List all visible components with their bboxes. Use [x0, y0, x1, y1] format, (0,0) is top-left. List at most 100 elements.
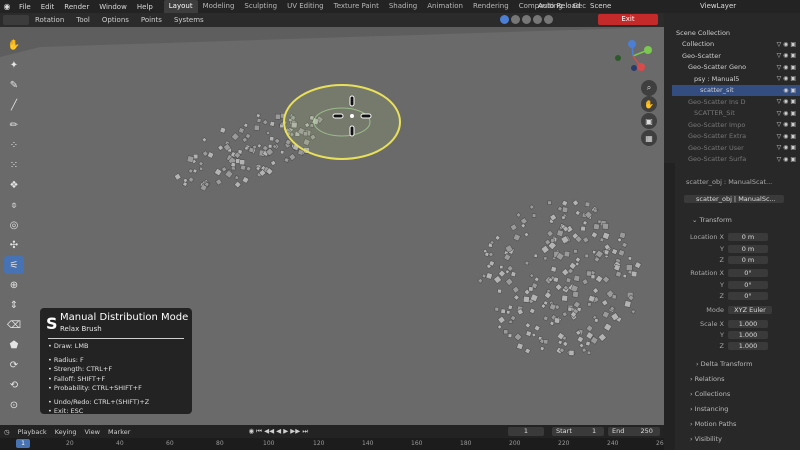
- view-layer-selector[interactable]: ViewLayer: [700, 0, 736, 13]
- object-name-field[interactable]: scatter_obj | ManualSc...: [684, 195, 784, 203]
- scale-x-field[interactable]: 1.000: [728, 320, 768, 328]
- outliner-row[interactable]: scatter_sit ◉ ▣: [672, 84, 800, 96]
- zoom-icon[interactable]: ⌕: [641, 80, 657, 96]
- auto-reload-button[interactable]: Auto Reload: [538, 0, 580, 13]
- scale-y-field[interactable]: 1.000: [728, 331, 768, 339]
- visibility-section[interactable]: › Visibility: [690, 435, 722, 443]
- camera-icon[interactable]: ▣: [641, 113, 657, 129]
- systems-menu[interactable]: Systems: [168, 16, 210, 24]
- spin-brush-icon[interactable]: ⟳: [4, 356, 24, 374]
- scatter-instance: [186, 155, 195, 164]
- scatter-brush-icon[interactable]: ❖: [4, 176, 24, 194]
- scale-z-field[interactable]: 1.000: [728, 342, 768, 350]
- tab-texture-paint[interactable]: Texture Paint: [329, 0, 384, 13]
- location-z-label: Z: [719, 256, 724, 264]
- menu-help[interactable]: Help: [132, 3, 158, 11]
- rotation-dropdown[interactable]: Rotation: [29, 16, 70, 24]
- view-menu[interactable]: View: [81, 428, 104, 436]
- pan-hand-icon[interactable]: ✋: [641, 96, 657, 112]
- tab-modeling[interactable]: Modeling: [198, 0, 240, 13]
- current-frame-field[interactable]: 1: [508, 427, 544, 436]
- outliner-row[interactable]: Geo-Scatter Geno ▽ ◉ ▣: [672, 62, 800, 74]
- menu-window[interactable]: Window: [94, 3, 132, 11]
- location-y-field[interactable]: 0 m: [728, 245, 768, 253]
- relations-section[interactable]: › Relations: [690, 375, 725, 383]
- scale-brush-icon[interactable]: ⇕: [4, 296, 24, 314]
- scene-selector[interactable]: Scene: [590, 0, 611, 13]
- rotation-y-field[interactable]: 0°: [728, 281, 768, 289]
- location-z-field[interactable]: 0 m: [728, 256, 768, 264]
- transform-section[interactable]: ⌄ Transform: [692, 216, 732, 224]
- playback-controls-icon[interactable]: ◉ ⏮ ◀◀ ◀ ▶ ▶▶ ⏭: [244, 427, 312, 436]
- tab-sculpting[interactable]: Sculpting: [239, 0, 282, 13]
- wireframe-icon[interactable]: [511, 15, 520, 24]
- line-brush-icon[interactable]: ╱: [4, 96, 24, 114]
- start-frame-field[interactable]: Start 1: [552, 427, 604, 436]
- delta-transform-section[interactable]: › Delta Transform: [696, 360, 752, 368]
- keying-menu[interactable]: Keying: [51, 428, 81, 436]
- outliner-row[interactable]: psy : Manual5 ▽ ◉ ▣: [672, 73, 800, 85]
- rotation-z-field[interactable]: 0°: [728, 292, 768, 300]
- outliner-row[interactable]: Geo-Scatter Impo ▽ ◉ ▣: [672, 119, 800, 131]
- spray-alt-brush-icon[interactable]: ⁙: [4, 156, 24, 174]
- dropper-brush-icon[interactable]: ⌽: [4, 196, 24, 214]
- motion-paths-section[interactable]: › Motion Paths: [690, 420, 736, 428]
- tab-animation[interactable]: Animation: [422, 0, 468, 13]
- push-brush-icon[interactable]: ✣: [4, 236, 24, 254]
- spray-brush-icon[interactable]: ⁘: [4, 136, 24, 154]
- end-frame-field[interactable]: End 250: [608, 427, 660, 436]
- pencil-brush-icon[interactable]: ✏: [4, 116, 24, 134]
- outliner-row[interactable]: Collection ▽ ◉ ▣: [672, 39, 800, 51]
- tab-layout[interactable]: Layout: [163, 0, 198, 13]
- menu-file[interactable]: File: [14, 3, 36, 11]
- outliner-row[interactable]: Scene Collection: [672, 27, 800, 39]
- attract-brush-icon[interactable]: ◎: [4, 216, 24, 234]
- options-menu[interactable]: Options: [96, 16, 135, 24]
- relax-brush-icon[interactable]: ⚟: [4, 256, 24, 274]
- eraser-brush-icon[interactable]: ⌫: [4, 316, 24, 334]
- scatter-instance: [585, 340, 591, 347]
- outliner-row[interactable]: Geo-Scatter Ins D ▽ ◉ ▣: [672, 96, 800, 108]
- outliner-row[interactable]: Geo-Scatter Surfa ▽ ◉ ▣: [672, 154, 800, 166]
- solid-icon[interactable]: [522, 15, 531, 24]
- playback-menu[interactable]: Playback: [14, 428, 51, 436]
- outliner-row[interactable]: Geo-Scatter User ▽ ◉ ▣: [672, 142, 800, 154]
- tab-uv-editing[interactable]: UV Editing: [282, 0, 329, 13]
- blender-logo-icon[interactable]: ◉: [0, 0, 14, 13]
- rotation-x-field[interactable]: 0°: [728, 269, 768, 277]
- draw-brush-icon[interactable]: ✎: [4, 76, 24, 94]
- editor-type-icon[interactable]: ◷: [0, 428, 14, 436]
- rotation-mode-dropdown[interactable]: XYZ Euler: [728, 306, 772, 314]
- menu-render[interactable]: Render: [59, 3, 94, 11]
- grid-icon[interactable]: ▦: [641, 130, 657, 146]
- tab-shading[interactable]: Shading: [384, 0, 422, 13]
- collections-section[interactable]: › Collections: [690, 390, 730, 398]
- points-menu[interactable]: Points: [135, 16, 168, 24]
- scatter-instance: [532, 213, 537, 218]
- outliner-row[interactable]: Geo-Scatter ▽ ◉ ▣: [672, 50, 800, 62]
- rotate-brush-icon[interactable]: ⊕: [4, 276, 24, 294]
- navigation-gizmo[interactable]: [610, 36, 656, 76]
- material-icon[interactable]: [533, 15, 542, 24]
- tab-rendering[interactable]: Rendering: [468, 0, 514, 13]
- outliner-row[interactable]: Geo-Scatter Extra ▽ ◉ ▣: [672, 131, 800, 143]
- exit-button[interactable]: Exit: [598, 14, 658, 25]
- menu-edit[interactable]: Edit: [36, 3, 60, 11]
- editor-type-button[interactable]: [3, 15, 29, 25]
- cursor-tool-icon[interactable]: ✋: [4, 36, 24, 54]
- paint-brush-icon[interactable]: ⬟: [4, 336, 24, 354]
- rendered-icon[interactable]: [544, 15, 553, 24]
- location-x-field[interactable]: 0 m: [728, 233, 768, 241]
- rotation-y-label: Y: [720, 281, 724, 289]
- scatter-instance: [597, 219, 602, 224]
- playhead[interactable]: 1: [16, 439, 30, 448]
- grab-tool-icon[interactable]: ✦: [4, 56, 24, 74]
- z-rotate-brush-icon[interactable]: ⊙: [4, 396, 24, 414]
- marker-menu[interactable]: Marker: [104, 428, 134, 436]
- outliner-row[interactable]: SCATTER_Sit ▽ ◉ ▣: [672, 108, 800, 120]
- tool-menu[interactable]: Tool: [70, 16, 96, 24]
- tilt-brush-icon[interactable]: ⟲: [4, 376, 24, 394]
- frame-ruler[interactable]: 20 40 60 80 100 120 140 160 180 200 220 …: [0, 438, 667, 450]
- overlay-icon[interactable]: [500, 15, 509, 24]
- instancing-section[interactable]: › Instancing: [690, 405, 728, 413]
